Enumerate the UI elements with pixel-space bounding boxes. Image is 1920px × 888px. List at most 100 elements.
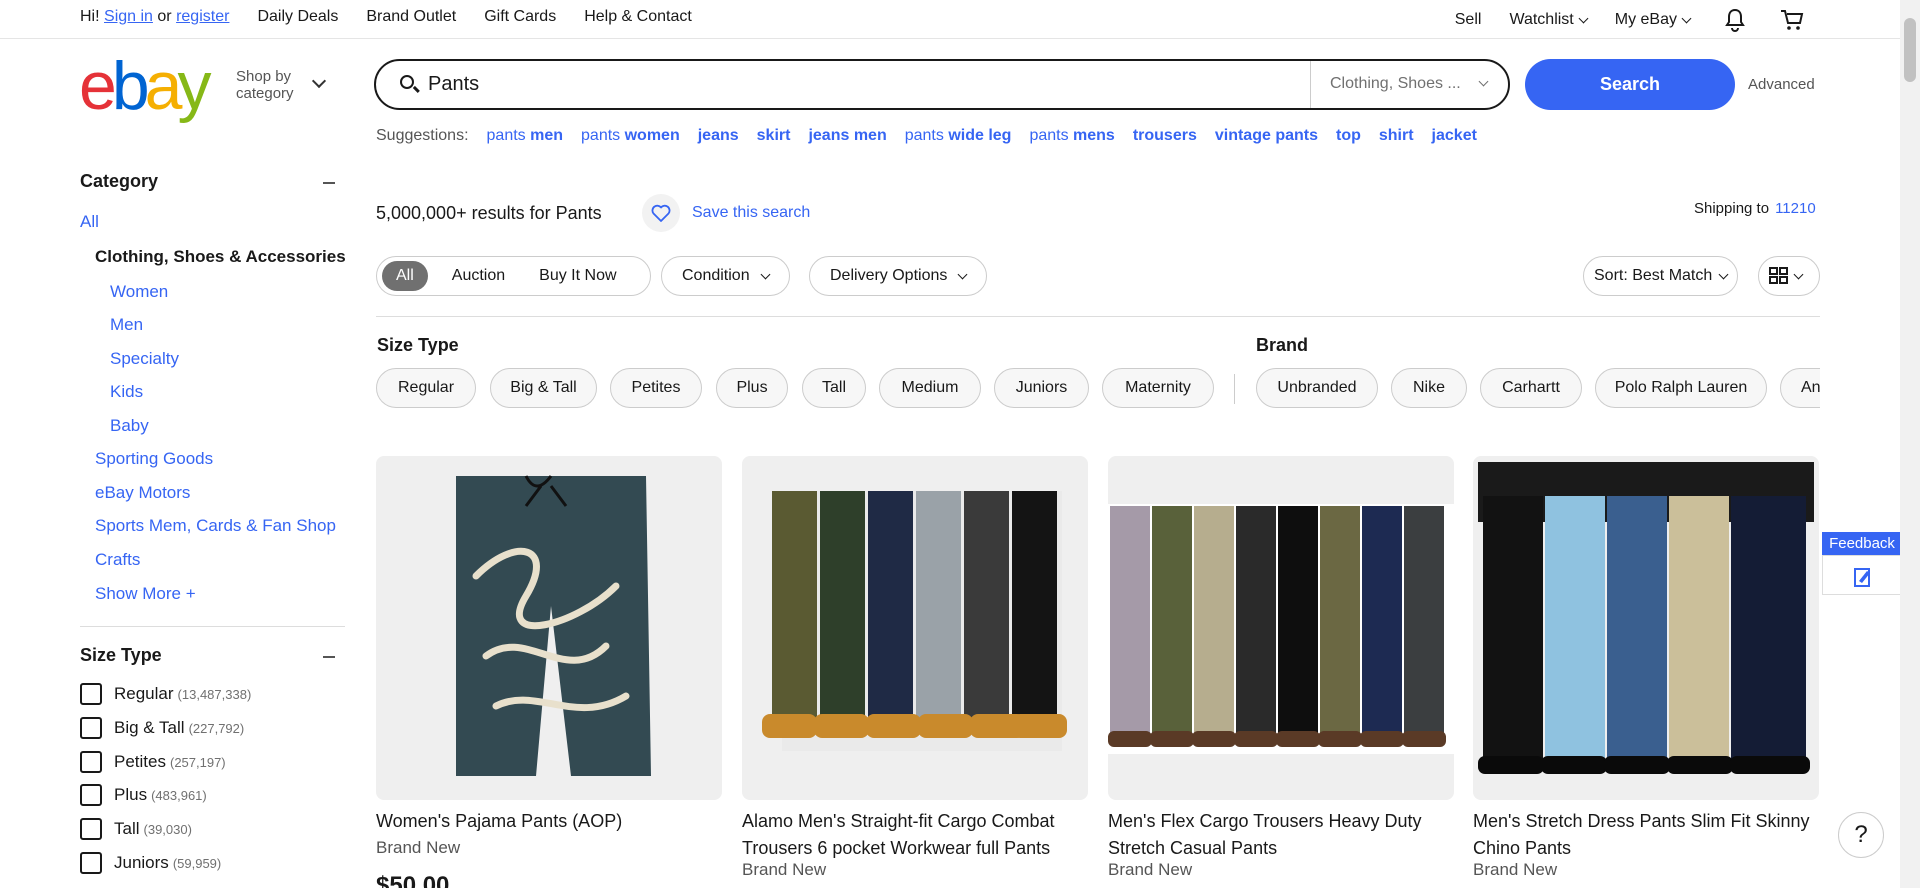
my-ebay-menu[interactable]: My eBay xyxy=(1615,11,1692,29)
checkbox[interactable] xyxy=(80,818,102,840)
category-sporting-goods-link[interactable]: Sporting Goods xyxy=(95,449,213,469)
category-heading[interactable]: Category xyxy=(80,171,345,195)
size-chip-regular[interactable]: Regular xyxy=(376,368,476,408)
daily-deals-link[interactable]: Daily Deals xyxy=(257,8,338,26)
tab-buy-it-now[interactable]: Buy It Now xyxy=(525,261,630,291)
checkbox[interactable] xyxy=(80,852,102,874)
bell-icon[interactable] xyxy=(1724,8,1746,32)
brand-chip-carhartt[interactable]: Carhartt xyxy=(1480,368,1582,408)
suggestion-link[interactable]: vintage pants xyxy=(1215,127,1318,145)
category-sports-mem-link[interactable]: Sports Mem, Cards & Fan Shop xyxy=(95,516,336,536)
chevron-down-icon[interactable] xyxy=(311,73,327,89)
brand-chip-more[interactable]: An xyxy=(1780,368,1820,408)
suggestion-link[interactable]: skirt xyxy=(757,127,791,145)
category-men-link[interactable]: Men xyxy=(110,315,143,335)
size-type-checkbox-juniors[interactable]: Juniors (59,959) xyxy=(80,852,221,874)
suggestion-link[interactable]: jeans xyxy=(698,127,739,145)
brand-chip-polo-ralph-lauren[interactable]: Polo Ralph Lauren xyxy=(1595,368,1767,408)
zip-code-link[interactable]: 11210 xyxy=(1775,200,1816,217)
show-more-link[interactable]: Show More + xyxy=(95,584,196,604)
size-type-checkbox-plus[interactable]: Plus (483,961) xyxy=(80,784,207,806)
suggestion-link[interactable]: shirt xyxy=(1379,127,1414,145)
size-chip-tall[interactable]: Tall xyxy=(802,368,866,408)
category-ebay-motors-link[interactable]: eBay Motors xyxy=(95,483,190,503)
category-crafts-link[interactable]: Crafts xyxy=(95,550,140,570)
checkbox[interactable] xyxy=(80,717,102,739)
product-image[interactable] xyxy=(1473,456,1819,800)
product-title[interactable]: Men's Flex Cargo Trousers Heavy Duty Str… xyxy=(1108,808,1454,862)
top-right-nav: Sell Watchlist My eBay xyxy=(1427,8,1804,32)
save-search-link[interactable]: Save this search xyxy=(692,204,810,222)
help-contact-link[interactable]: Help & Contact xyxy=(584,8,692,26)
view-toggle-button[interactable] xyxy=(1758,256,1820,296)
feedback-label[interactable]: Feedback xyxy=(1822,532,1902,555)
size-chip-medium[interactable]: Medium xyxy=(879,368,981,408)
product-image[interactable] xyxy=(1108,456,1454,800)
checkbox[interactable] xyxy=(80,683,102,705)
category-women-link[interactable]: Women xyxy=(110,282,168,302)
product-title[interactable]: Women's Pajama Pants (AOP) xyxy=(376,808,722,835)
size-chip-maternity[interactable]: Maternity xyxy=(1102,368,1214,408)
checkbox-label: Tall xyxy=(114,819,140,838)
product-title[interactable]: Men's Stretch Dress Pants Slim Fit Skinn… xyxy=(1473,808,1819,862)
suggestion-link[interactable]: pants mens xyxy=(1029,127,1114,145)
feedback-widget[interactable]: Feedback xyxy=(1822,532,1902,595)
delivery-label: Delivery Options xyxy=(830,267,948,284)
checkbox[interactable] xyxy=(80,751,102,773)
category-kids-link[interactable]: Kids xyxy=(110,382,143,402)
shop-by-category-button[interactable]: Shop by category xyxy=(236,68,294,102)
size-chip-petites[interactable]: Petites xyxy=(610,368,702,408)
product-title[interactable]: Alamo Men's Straight-fit Cargo Combat Tr… xyxy=(742,808,1088,862)
suggestion-link[interactable]: jeans men xyxy=(808,127,886,145)
size-type-heading[interactable]: Size Type xyxy=(80,645,345,669)
watchlist-menu[interactable]: Watchlist xyxy=(1509,11,1589,29)
save-search-heart-button[interactable] xyxy=(642,194,680,232)
feedback-box[interactable] xyxy=(1822,555,1902,595)
scrollbar-thumb[interactable] xyxy=(1904,18,1916,82)
suggestion-link[interactable]: jacket xyxy=(1432,127,1477,145)
suggestion-link[interactable]: top xyxy=(1336,127,1361,145)
brand-outlet-link[interactable]: Brand Outlet xyxy=(366,8,456,26)
category-all-link[interactable]: All xyxy=(80,212,99,232)
size-type-checkbox-tall[interactable]: Tall (39,030) xyxy=(80,818,192,840)
size-chip-big-tall[interactable]: Big & Tall xyxy=(490,368,597,408)
suggestion-link[interactable]: pants women xyxy=(581,127,680,145)
product-image[interactable] xyxy=(742,456,1088,800)
brand-chip-nike[interactable]: Nike xyxy=(1391,368,1467,408)
category-select[interactable]: Clothing, Shoes ... xyxy=(1330,75,1461,93)
gift-cards-link[interactable]: Gift Cards xyxy=(484,8,556,26)
search-button[interactable]: Search xyxy=(1525,59,1735,110)
collapse-icon[interactable] xyxy=(323,182,335,184)
size-chip-juniors[interactable]: Juniors xyxy=(994,368,1089,408)
size-type-checkbox-regular[interactable]: Regular (13,487,338) xyxy=(80,683,251,705)
category-specialty-link[interactable]: Specialty xyxy=(110,349,179,369)
sign-in-link[interactable]: Sign in xyxy=(104,8,153,26)
suggestion-link[interactable]: trousers xyxy=(1133,127,1197,145)
suggestion-link[interactable]: pants wide leg xyxy=(905,127,1012,145)
size-type-checkbox-big-tall[interactable]: Big & Tall (227,792) xyxy=(80,717,244,739)
condition-dropdown[interactable]: Condition xyxy=(661,256,790,296)
sell-link[interactable]: Sell xyxy=(1455,11,1482,29)
help-button[interactable]: ? xyxy=(1838,812,1884,858)
sidebar-divider xyxy=(80,626,345,627)
delivery-options-dropdown[interactable]: Delivery Options xyxy=(809,256,988,296)
tab-auction[interactable]: Auction xyxy=(438,261,519,291)
product-image[interactable] xyxy=(376,456,722,800)
size-type-checkbox-petites[interactable]: Petites (257,197) xyxy=(80,751,226,773)
brand-chip-unbranded[interactable]: Unbranded xyxy=(1256,368,1378,408)
sort-dropdown[interactable]: Sort: Best Match xyxy=(1583,256,1739,296)
register-link[interactable]: register xyxy=(176,8,229,26)
checkbox[interactable] xyxy=(80,784,102,806)
search-input[interactable]: Pants xyxy=(428,73,479,96)
cart-icon[interactable] xyxy=(1780,9,1804,31)
checkbox-count: (257,197) xyxy=(169,754,226,770)
page-scrollbar[interactable] xyxy=(1900,0,1920,888)
suggestion-link[interactable]: pants men xyxy=(487,127,564,145)
size-chip-plus[interactable]: Plus xyxy=(716,368,788,408)
tab-all[interactable]: All xyxy=(382,261,428,291)
condition-label: Condition xyxy=(682,267,750,284)
advanced-search-link[interactable]: Advanced xyxy=(1748,76,1815,93)
category-baby-link[interactable]: Baby xyxy=(110,416,149,436)
ebay-logo[interactable]: ebay xyxy=(79,52,211,120)
collapse-icon[interactable] xyxy=(323,656,335,658)
